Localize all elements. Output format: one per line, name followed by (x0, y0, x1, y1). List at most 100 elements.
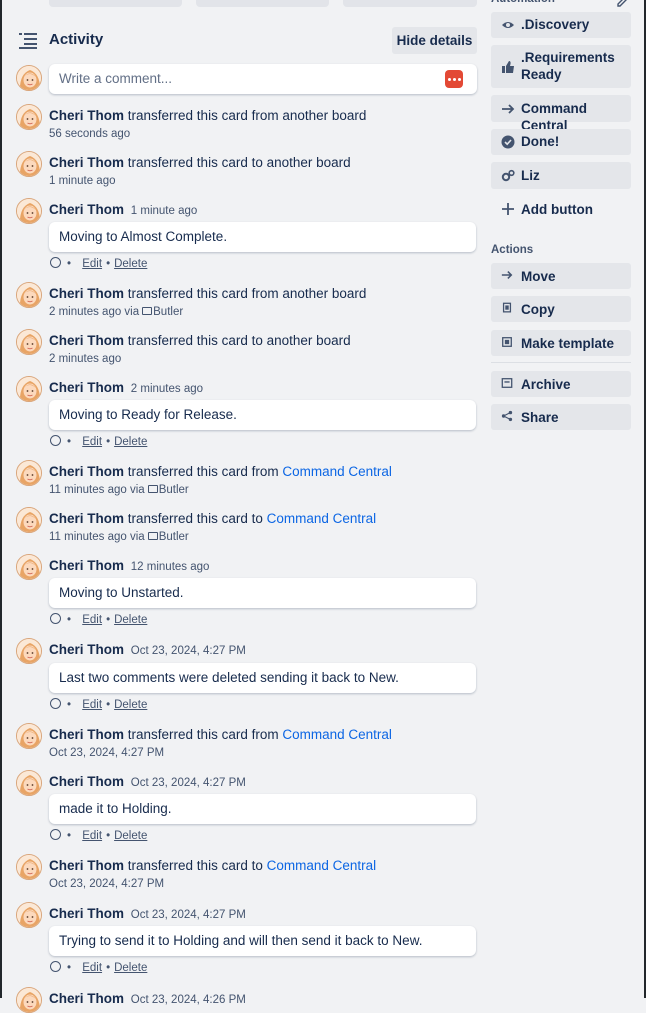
entry-timestamp[interactable]: Oct 23, 2024, 4:27 PM (131, 645, 246, 657)
avatar[interactable] (16, 723, 42, 749)
entry-timestamp[interactable]: 1 minute ago (49, 175, 116, 187)
user-name[interactable]: Cheri Thom (49, 202, 124, 217)
avatar[interactable] (16, 460, 42, 486)
board-link[interactable]: Command Central (282, 727, 392, 742)
entry-action: transferred this card from another board (127, 108, 367, 123)
comment-actions: • Edit • Delete (50, 829, 147, 843)
user-name[interactable]: Cheri Thom (49, 991, 124, 1006)
avatar[interactable] (16, 638, 42, 664)
user-name[interactable]: Cheri Thom (49, 464, 124, 479)
more-options-icon[interactable] (445, 70, 463, 88)
avatar[interactable] (16, 507, 42, 533)
user-name[interactable]: Cheri Thom (49, 333, 124, 348)
delete-link[interactable]: Delete (114, 614, 147, 626)
entry-action: transferred this card to (127, 858, 263, 873)
hide-details-button[interactable]: Hide details (392, 27, 477, 54)
entry-timestamp[interactable]: 2 minutes ago (131, 383, 203, 395)
action-button[interactable]: Copy (491, 296, 631, 322)
comment-bubble: Last two comments were deleted sending i… (49, 663, 476, 693)
edit-link[interactable]: Edit (82, 699, 102, 711)
top-button-stub[interactable] (49, 0, 182, 7)
avatar[interactable] (16, 104, 42, 130)
avatar[interactable] (16, 554, 42, 580)
activity-entry: Cheri Thom transferred this card from an… (49, 285, 479, 319)
entry-headline: Cheri Thom Oct 23, 2024, 4:27 PM (49, 905, 479, 924)
edit-link[interactable]: Edit (82, 614, 102, 626)
add-reaction-icon[interactable] (50, 698, 61, 709)
entry-timestamp-row: 1 minute ago (49, 174, 479, 188)
entry-timestamp[interactable]: 12 minutes ago (131, 561, 210, 573)
comment-input[interactable]: Write a comment... (49, 64, 477, 94)
action-button[interactable]: Archive (491, 371, 631, 397)
avatar[interactable] (16, 902, 42, 928)
entry-timestamp[interactable]: 56 seconds ago (49, 128, 130, 140)
delete-link[interactable]: Delete (114, 962, 147, 974)
user-name[interactable]: Cheri Thom (49, 727, 124, 742)
edit-link[interactable]: Edit (82, 830, 102, 842)
entry-action: transferred this card to another board (127, 155, 351, 170)
avatar[interactable] (16, 198, 42, 224)
comment-bubble: Trying to send it to Holding and will th… (49, 926, 476, 956)
add-reaction-icon[interactable] (50, 961, 61, 972)
user-name[interactable]: Cheri Thom (49, 774, 124, 789)
entry-timestamp[interactable]: 2 minutes ago (49, 353, 121, 365)
avatar[interactable] (16, 329, 42, 355)
avatar[interactable] (16, 376, 42, 402)
top-button-stub[interactable] (196, 0, 329, 7)
entry-timestamp[interactable]: Oct 23, 2024, 4:27 PM (131, 909, 246, 921)
add-reaction-icon[interactable] (50, 613, 61, 624)
delete-link[interactable]: Delete (114, 699, 147, 711)
board-link[interactable]: Command Central (267, 511, 377, 526)
add-reaction-icon[interactable] (50, 435, 61, 446)
user-name[interactable]: Cheri Thom (49, 642, 124, 657)
user-name[interactable]: Cheri Thom (49, 380, 124, 395)
user-name[interactable]: Cheri Thom (49, 511, 124, 526)
user-name[interactable]: Cheri Thom (49, 906, 124, 921)
entry-timestamp[interactable]: 11 minutes ago via (49, 484, 145, 496)
butler-label: Butler (158, 531, 189, 543)
user-name[interactable]: Cheri Thom (49, 155, 124, 170)
avatar[interactable] (16, 282, 42, 308)
edit-link[interactable]: Edit (82, 258, 102, 270)
edit-pencil-icon[interactable] (616, 0, 628, 8)
avatar[interactable] (16, 770, 42, 796)
action-button[interactable]: Share (491, 404, 631, 430)
delete-link[interactable]: Delete (114, 830, 147, 842)
add-button[interactable]: Add button (491, 196, 631, 222)
edit-link[interactable]: Edit (82, 436, 102, 448)
entry-timestamp[interactable]: 2 minutes ago via (49, 306, 139, 318)
entry-timestamp[interactable]: Oct 23, 2024, 4:27 PM (131, 777, 246, 789)
butler-icon (147, 532, 158, 540)
user-name[interactable]: Cheri Thom (49, 858, 124, 873)
automation-button[interactable]: Liz (491, 162, 631, 189)
entry-timestamp[interactable]: Oct 23, 2024, 4:26 PM (131, 994, 246, 1006)
user-name[interactable]: Cheri Thom (49, 558, 124, 573)
comment-actions: • Edit • Delete (50, 698, 147, 712)
board-link[interactable]: Command Central (282, 464, 392, 479)
automation-button[interactable]: .Discovery (491, 12, 631, 38)
delete-link[interactable]: Delete (114, 258, 147, 270)
delete-link[interactable]: Delete (114, 436, 147, 448)
add-reaction-icon[interactable] (50, 257, 61, 268)
automation-button[interactable]: .Requirements Ready (491, 45, 631, 88)
entry-timestamp[interactable]: 11 minutes ago via (49, 531, 145, 543)
avatar[interactable] (16, 987, 42, 1013)
entry-timestamp[interactable]: Oct 23, 2024, 4:27 PM (49, 878, 164, 890)
entry-timestamp[interactable]: 1 minute ago (131, 205, 198, 217)
user-name[interactable]: Cheri Thom (49, 286, 124, 301)
entry-action: transferred this card to another board (127, 333, 351, 348)
action-button[interactable]: Make template (491, 330, 631, 356)
add-reaction-icon[interactable] (50, 829, 61, 840)
top-button-stub[interactable] (343, 0, 477, 7)
edit-link[interactable]: Edit (82, 962, 102, 974)
avatar[interactable] (16, 151, 42, 177)
avatar[interactable] (16, 854, 42, 880)
automation-button[interactable]: Command Central (491, 95, 631, 133)
avatar[interactable] (16, 65, 42, 91)
board-link[interactable]: Command Central (267, 858, 377, 873)
action-button[interactable]: Move (491, 263, 631, 289)
user-name[interactable]: Cheri Thom (49, 108, 124, 123)
automation-button[interactable]: Done! (491, 129, 631, 155)
entry-timestamp[interactable]: Oct 23, 2024, 4:27 PM (49, 747, 164, 759)
entry-timestamp-row: 2 minutes ago via Butler (49, 305, 479, 319)
